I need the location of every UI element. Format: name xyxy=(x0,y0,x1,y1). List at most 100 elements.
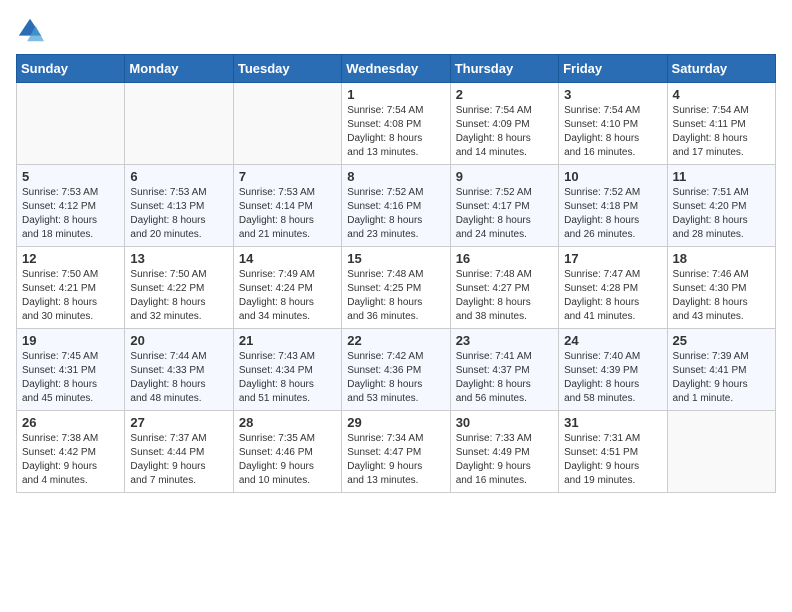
weekday-header: Monday xyxy=(125,55,233,83)
day-number: 4 xyxy=(673,87,770,102)
day-info: Sunrise: 7:53 AM Sunset: 4:13 PM Dayligh… xyxy=(130,186,227,242)
day-info: Sunrise: 7:37 AM Sunset: 4:44 PM Dayligh… xyxy=(130,432,227,488)
calendar-cell: 14 Sunrise: 7:49 AM Sunset: 4:24 PM Dayli… xyxy=(233,247,341,329)
day-info: Sunrise: 7:43 AM Sunset: 4:34 PM Dayligh… xyxy=(239,350,336,406)
calendar-cell: 28Sunrise: 7:35 AM Sunset: 4:46 PM Dayli… xyxy=(233,411,341,493)
day-info: Sunrise: 7:33 AM Sunset: 4:49 PM Dayligh… xyxy=(456,432,553,488)
day-number: 24 xyxy=(564,333,661,348)
calendar-cell: 22 Sunrise: 7:42 AM Sunset: 4:36 PM Dayli… xyxy=(342,329,450,411)
calendar-cell: 25Sunrise: 7:39 AM Sunset: 4:41 PM Dayli… xyxy=(667,329,775,411)
day-number: 28 xyxy=(239,415,336,430)
day-number: 23 xyxy=(456,333,553,348)
calendar-cell: 16 Sunrise: 7:48 AM Sunset: 4:27 PM Dayli… xyxy=(450,247,558,329)
day-info: Sunrise: 7:31 AM Sunset: 4:51 PM Dayligh… xyxy=(564,432,661,488)
calendar-week-row: 5 Sunrise: 7:53 AM Sunset: 4:12 PM Daylig… xyxy=(17,165,776,247)
calendar-cell: 31 Sunrise: 7:31 AM Sunset: 4:51 PM Dayli… xyxy=(559,411,667,493)
day-number: 16 xyxy=(456,251,553,266)
day-info: Sunrise: 7:40 AM Sunset: 4:39 PM Dayligh… xyxy=(564,350,661,406)
day-number: 31 xyxy=(564,415,661,430)
calendar-cell: 4Sunrise: 7:54 AM Sunset: 4:11 PM Daylig… xyxy=(667,83,775,165)
calendar-cell xyxy=(17,83,125,165)
calendar-cell xyxy=(233,83,341,165)
calendar-header-row: SundayMondayTuesdayWednesdayThursdayFrid… xyxy=(17,55,776,83)
calendar-cell: 26 Sunrise: 7:38 AM Sunset: 4:42 PM Dayli… xyxy=(17,411,125,493)
day-number: 10 xyxy=(564,169,661,184)
weekday-header: Friday xyxy=(559,55,667,83)
day-info: Sunrise: 7:53 AM Sunset: 4:14 PM Dayligh… xyxy=(239,186,336,242)
day-info: Sunrise: 7:45 AM Sunset: 4:31 PM Dayligh… xyxy=(22,350,119,406)
calendar-cell: 8 Sunrise: 7:52 AM Sunset: 4:16 PM Daylig… xyxy=(342,165,450,247)
day-number: 18 xyxy=(673,251,770,266)
logo-icon xyxy=(16,16,44,44)
calendar-cell: 9 Sunrise: 7:52 AM Sunset: 4:17 PM Daylig… xyxy=(450,165,558,247)
calendar-cell: 10 Sunrise: 7:52 AM Sunset: 4:18 PM Dayli… xyxy=(559,165,667,247)
day-info: Sunrise: 7:52 AM Sunset: 4:16 PM Dayligh… xyxy=(347,186,444,242)
calendar-week-row: 1 Sunrise: 7:54 AM Sunset: 4:08 PM Daylig… xyxy=(17,83,776,165)
day-info: Sunrise: 7:48 AM Sunset: 4:27 PM Dayligh… xyxy=(456,268,553,324)
day-info: Sunrise: 7:47 AM Sunset: 4:28 PM Dayligh… xyxy=(564,268,661,324)
calendar-cell: 20 Sunrise: 7:44 AM Sunset: 4:33 PM Dayli… xyxy=(125,329,233,411)
calendar-cell: 18Sunrise: 7:46 AM Sunset: 4:30 PM Dayli… xyxy=(667,247,775,329)
calendar-cell: 17 Sunrise: 7:47 AM Sunset: 4:28 PM Dayli… xyxy=(559,247,667,329)
calendar-cell: 19Sunrise: 7:45 AM Sunset: 4:31 PM Dayli… xyxy=(17,329,125,411)
day-number: 8 xyxy=(347,169,444,184)
weekday-header: Tuesday xyxy=(233,55,341,83)
day-info: Sunrise: 7:39 AM Sunset: 4:41 PM Dayligh… xyxy=(673,350,770,406)
weekday-header: Sunday xyxy=(17,55,125,83)
day-info: Sunrise: 7:42 AM Sunset: 4:36 PM Dayligh… xyxy=(347,350,444,406)
day-info: Sunrise: 7:52 AM Sunset: 4:18 PM Dayligh… xyxy=(564,186,661,242)
weekday-header: Saturday xyxy=(667,55,775,83)
day-info: Sunrise: 7:54 AM Sunset: 4:09 PM Dayligh… xyxy=(456,104,553,160)
day-number: 9 xyxy=(456,169,553,184)
day-number: 20 xyxy=(130,333,227,348)
calendar-cell: 1 Sunrise: 7:54 AM Sunset: 4:08 PM Daylig… xyxy=(342,83,450,165)
day-number: 22 xyxy=(347,333,444,348)
weekday-header: Thursday xyxy=(450,55,558,83)
day-info: Sunrise: 7:52 AM Sunset: 4:17 PM Dayligh… xyxy=(456,186,553,242)
day-info: Sunrise: 7:48 AM Sunset: 4:25 PM Dayligh… xyxy=(347,268,444,324)
day-number: 5 xyxy=(22,169,119,184)
day-info: Sunrise: 7:54 AM Sunset: 4:08 PM Dayligh… xyxy=(347,104,444,160)
day-info: Sunrise: 7:50 AM Sunset: 4:22 PM Dayligh… xyxy=(130,268,227,324)
calendar-cell: 5 Sunrise: 7:53 AM Sunset: 4:12 PM Daylig… xyxy=(17,165,125,247)
day-info: Sunrise: 7:44 AM Sunset: 4:33 PM Dayligh… xyxy=(130,350,227,406)
day-number: 11 xyxy=(673,169,770,184)
day-number: 7 xyxy=(239,169,336,184)
calendar-cell: 11 Sunrise: 7:51 AM Sunset: 4:20 PM Dayli… xyxy=(667,165,775,247)
day-number: 30 xyxy=(456,415,553,430)
day-info: Sunrise: 7:34 AM Sunset: 4:47 PM Dayligh… xyxy=(347,432,444,488)
day-info: Sunrise: 7:38 AM Sunset: 4:42 PM Dayligh… xyxy=(22,432,119,488)
day-number: 12 xyxy=(22,251,119,266)
day-number: 2 xyxy=(456,87,553,102)
day-number: 26 xyxy=(22,415,119,430)
calendar-cell: 21 Sunrise: 7:43 AM Sunset: 4:34 PM Dayli… xyxy=(233,329,341,411)
calendar-cell: 12 Sunrise: 7:50 AM Sunset: 4:21 PM Dayli… xyxy=(17,247,125,329)
day-number: 1 xyxy=(347,87,444,102)
calendar-week-row: 12 Sunrise: 7:50 AM Sunset: 4:21 PM Dayli… xyxy=(17,247,776,329)
day-number: 13 xyxy=(130,251,227,266)
day-info: Sunrise: 7:53 AM Sunset: 4:12 PM Dayligh… xyxy=(22,186,119,242)
day-info: Sunrise: 7:54 AM Sunset: 4:10 PM Dayligh… xyxy=(564,104,661,160)
calendar-cell xyxy=(125,83,233,165)
day-info: Sunrise: 7:49 AM Sunset: 4:24 PM Dayligh… xyxy=(239,268,336,324)
day-number: 14 xyxy=(239,251,336,266)
calendar-cell: 13 Sunrise: 7:50 AM Sunset: 4:22 PM Dayli… xyxy=(125,247,233,329)
day-info: Sunrise: 7:51 AM Sunset: 4:20 PM Dayligh… xyxy=(673,186,770,242)
calendar-cell: 3 Sunrise: 7:54 AM Sunset: 4:10 PM Daylig… xyxy=(559,83,667,165)
day-number: 3 xyxy=(564,87,661,102)
weekday-header: Wednesday xyxy=(342,55,450,83)
calendar-cell: 27Sunrise: 7:37 AM Sunset: 4:44 PM Dayli… xyxy=(125,411,233,493)
day-info: Sunrise: 7:41 AM Sunset: 4:37 PM Dayligh… xyxy=(456,350,553,406)
calendar-cell: 2 Sunrise: 7:54 AM Sunset: 4:09 PM Daylig… xyxy=(450,83,558,165)
day-number: 21 xyxy=(239,333,336,348)
calendar-cell: 7 Sunrise: 7:53 AM Sunset: 4:14 PM Daylig… xyxy=(233,165,341,247)
calendar-cell: 29 Sunrise: 7:34 AM Sunset: 4:47 PM Dayli… xyxy=(342,411,450,493)
calendar-cell: 24 Sunrise: 7:40 AM Sunset: 4:39 PM Dayli… xyxy=(559,329,667,411)
day-number: 17 xyxy=(564,251,661,266)
calendar-cell: 15Sunrise: 7:48 AM Sunset: 4:25 PM Dayli… xyxy=(342,247,450,329)
calendar-week-row: 19Sunrise: 7:45 AM Sunset: 4:31 PM Dayli… xyxy=(17,329,776,411)
day-number: 29 xyxy=(347,415,444,430)
calendar-cell: 6Sunrise: 7:53 AM Sunset: 4:13 PM Daylig… xyxy=(125,165,233,247)
logo xyxy=(16,16,48,44)
day-info: Sunrise: 7:50 AM Sunset: 4:21 PM Dayligh… xyxy=(22,268,119,324)
